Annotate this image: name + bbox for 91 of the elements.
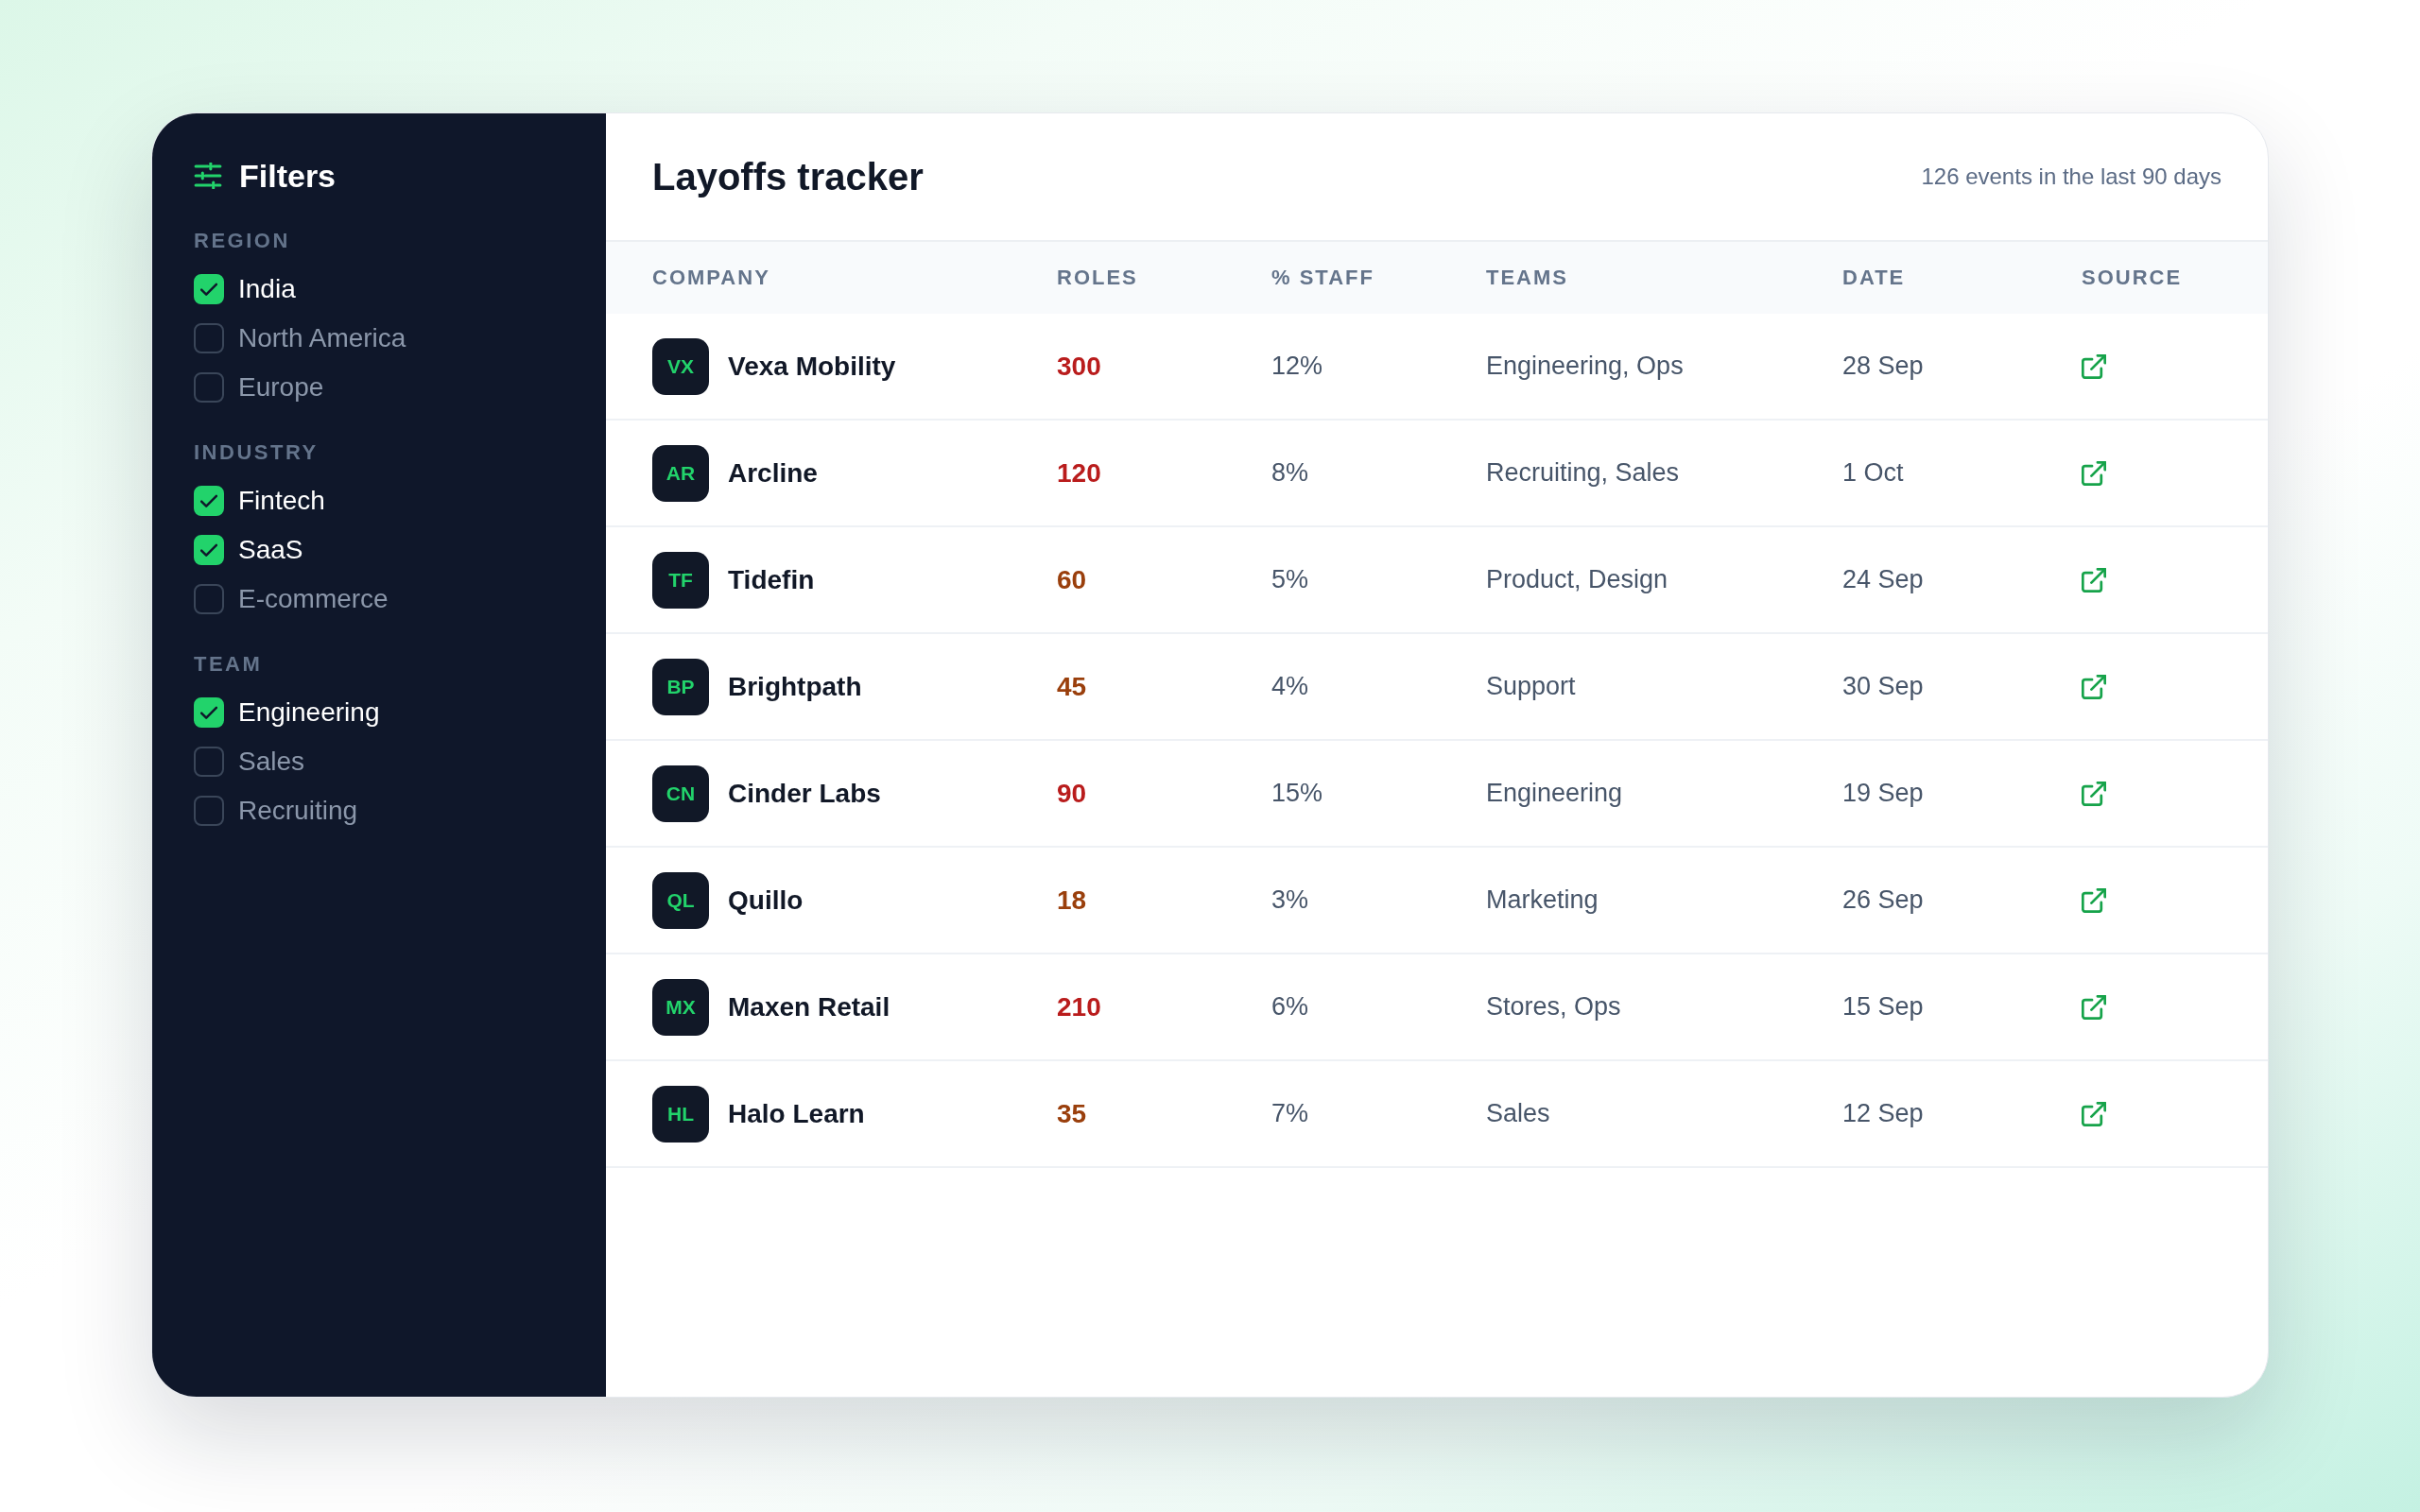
company-initials: BP bbox=[652, 658, 709, 715]
sliders-icon bbox=[194, 163, 222, 189]
page-title: Layoffs tracker bbox=[652, 155, 924, 198]
check-icon bbox=[200, 283, 217, 296]
external-link-icon[interactable] bbox=[2082, 994, 2106, 1020]
check-icon bbox=[200, 494, 217, 507]
staff-percent: 8% bbox=[1271, 458, 1309, 488]
filter-option-label[interactable]: North America bbox=[238, 322, 406, 354]
staff-percent: 6% bbox=[1271, 992, 1309, 1022]
company-initials: TF bbox=[652, 551, 709, 609]
company-initials: HL bbox=[652, 1085, 709, 1143]
column-header: TEAMS bbox=[1486, 266, 1568, 290]
roles-count: 45 bbox=[1057, 671, 1087, 702]
company-name: Arcline bbox=[728, 457, 818, 489]
filter-option-label[interactable]: India bbox=[238, 273, 296, 305]
filter-group-label: TEAM bbox=[194, 652, 263, 677]
column-header: ROLES bbox=[1057, 266, 1138, 290]
filter-option-label[interactable]: Engineering bbox=[238, 696, 380, 729]
check-icon bbox=[200, 706, 217, 719]
column-header: COMPANY bbox=[652, 266, 770, 290]
sidebar-title: Filters bbox=[239, 157, 337, 195]
teams-cell: Engineering, Ops bbox=[1486, 352, 1684, 381]
teams-cell: Stores, Ops bbox=[1486, 992, 1621, 1022]
teams-cell: Engineering bbox=[1486, 779, 1623, 808]
filter-option-label[interactable]: SaaS bbox=[238, 534, 303, 566]
company-initials: MX bbox=[652, 978, 709, 1036]
filter-group-label: INDUSTRY bbox=[194, 440, 319, 465]
teams-cell: Product, Design bbox=[1486, 565, 1668, 594]
checkbox[interactable] bbox=[194, 584, 224, 614]
staff-percent: 3% bbox=[1271, 885, 1309, 915]
company-name: Maxen Retail bbox=[728, 991, 890, 1022]
external-link-icon[interactable] bbox=[2082, 781, 2106, 806]
company-name: Tidefin bbox=[728, 564, 815, 595]
checkbox[interactable] bbox=[194, 274, 224, 304]
roles-count: 300 bbox=[1057, 351, 1101, 382]
roles-count: 90 bbox=[1057, 778, 1087, 809]
filter-option-label[interactable]: Fintech bbox=[238, 485, 325, 517]
company-name: Vexa Mobility bbox=[728, 351, 896, 382]
teams-cell: Recruiting, Sales bbox=[1486, 458, 1680, 488]
checkbox[interactable] bbox=[194, 486, 224, 516]
external-link-icon[interactable] bbox=[2082, 567, 2106, 593]
external-link-icon[interactable] bbox=[2082, 887, 2106, 913]
roles-count: 35 bbox=[1057, 1098, 1087, 1129]
company-initials: QL bbox=[652, 871, 709, 929]
event-count-summary: 126 events in the last 90 days bbox=[1921, 163, 2221, 190]
filter-option-label[interactable]: Recruiting bbox=[238, 795, 358, 827]
roles-count: 18 bbox=[1057, 885, 1087, 916]
checkbox[interactable] bbox=[194, 796, 224, 826]
date-cell: 24 Sep bbox=[1842, 565, 1924, 594]
checkbox[interactable] bbox=[194, 697, 224, 728]
external-link-icon[interactable] bbox=[2082, 674, 2106, 699]
date-cell: 28 Sep bbox=[1842, 352, 1924, 381]
external-link-icon[interactable] bbox=[2082, 460, 2106, 486]
company-name: Brightpath bbox=[728, 671, 862, 702]
column-header: % STAFF bbox=[1271, 266, 1374, 290]
company-name: Quillo bbox=[728, 885, 804, 916]
staff-percent: 15% bbox=[1271, 779, 1323, 808]
teams-cell: Sales bbox=[1486, 1099, 1550, 1128]
external-link-icon[interactable] bbox=[2082, 353, 2106, 379]
company-initials: CN bbox=[652, 765, 709, 822]
column-header: DATE bbox=[1842, 266, 1906, 290]
checkbox[interactable] bbox=[194, 323, 224, 353]
date-cell: 12 Sep bbox=[1842, 1099, 1924, 1128]
date-cell: 30 Sep bbox=[1842, 672, 1924, 701]
filter-option-label[interactable]: E-commerce bbox=[238, 583, 389, 615]
company-name: Halo Learn bbox=[728, 1098, 865, 1129]
date-cell: 19 Sep bbox=[1842, 779, 1924, 808]
checkbox[interactable] bbox=[194, 372, 224, 403]
date-cell: 26 Sep bbox=[1842, 885, 1924, 915]
filter-option-label[interactable]: Europe bbox=[238, 371, 324, 404]
check-icon bbox=[200, 543, 217, 557]
company-initials: VX bbox=[652, 337, 709, 395]
date-cell: 15 Sep bbox=[1842, 992, 1924, 1022]
external-link-icon[interactable] bbox=[2082, 1101, 2106, 1126]
checkbox[interactable] bbox=[194, 535, 224, 565]
company-name: Cinder Labs bbox=[728, 778, 881, 809]
staff-percent: 12% bbox=[1271, 352, 1323, 381]
roles-count: 210 bbox=[1057, 991, 1101, 1022]
roles-count: 120 bbox=[1057, 457, 1101, 489]
staff-percent: 5% bbox=[1271, 565, 1309, 594]
filter-option-label[interactable]: Sales bbox=[238, 746, 305, 778]
date-cell: 1 Oct bbox=[1842, 458, 1904, 488]
teams-cell: Support bbox=[1486, 672, 1576, 701]
checkbox[interactable] bbox=[194, 747, 224, 777]
filter-group-label: REGION bbox=[194, 229, 290, 253]
staff-percent: 4% bbox=[1271, 672, 1309, 701]
roles-count: 60 bbox=[1057, 564, 1087, 595]
company-initials: AR bbox=[652, 444, 709, 502]
staff-percent: 7% bbox=[1271, 1099, 1309, 1128]
teams-cell: Marketing bbox=[1486, 885, 1599, 915]
column-header: SOURCE bbox=[2082, 266, 2183, 290]
